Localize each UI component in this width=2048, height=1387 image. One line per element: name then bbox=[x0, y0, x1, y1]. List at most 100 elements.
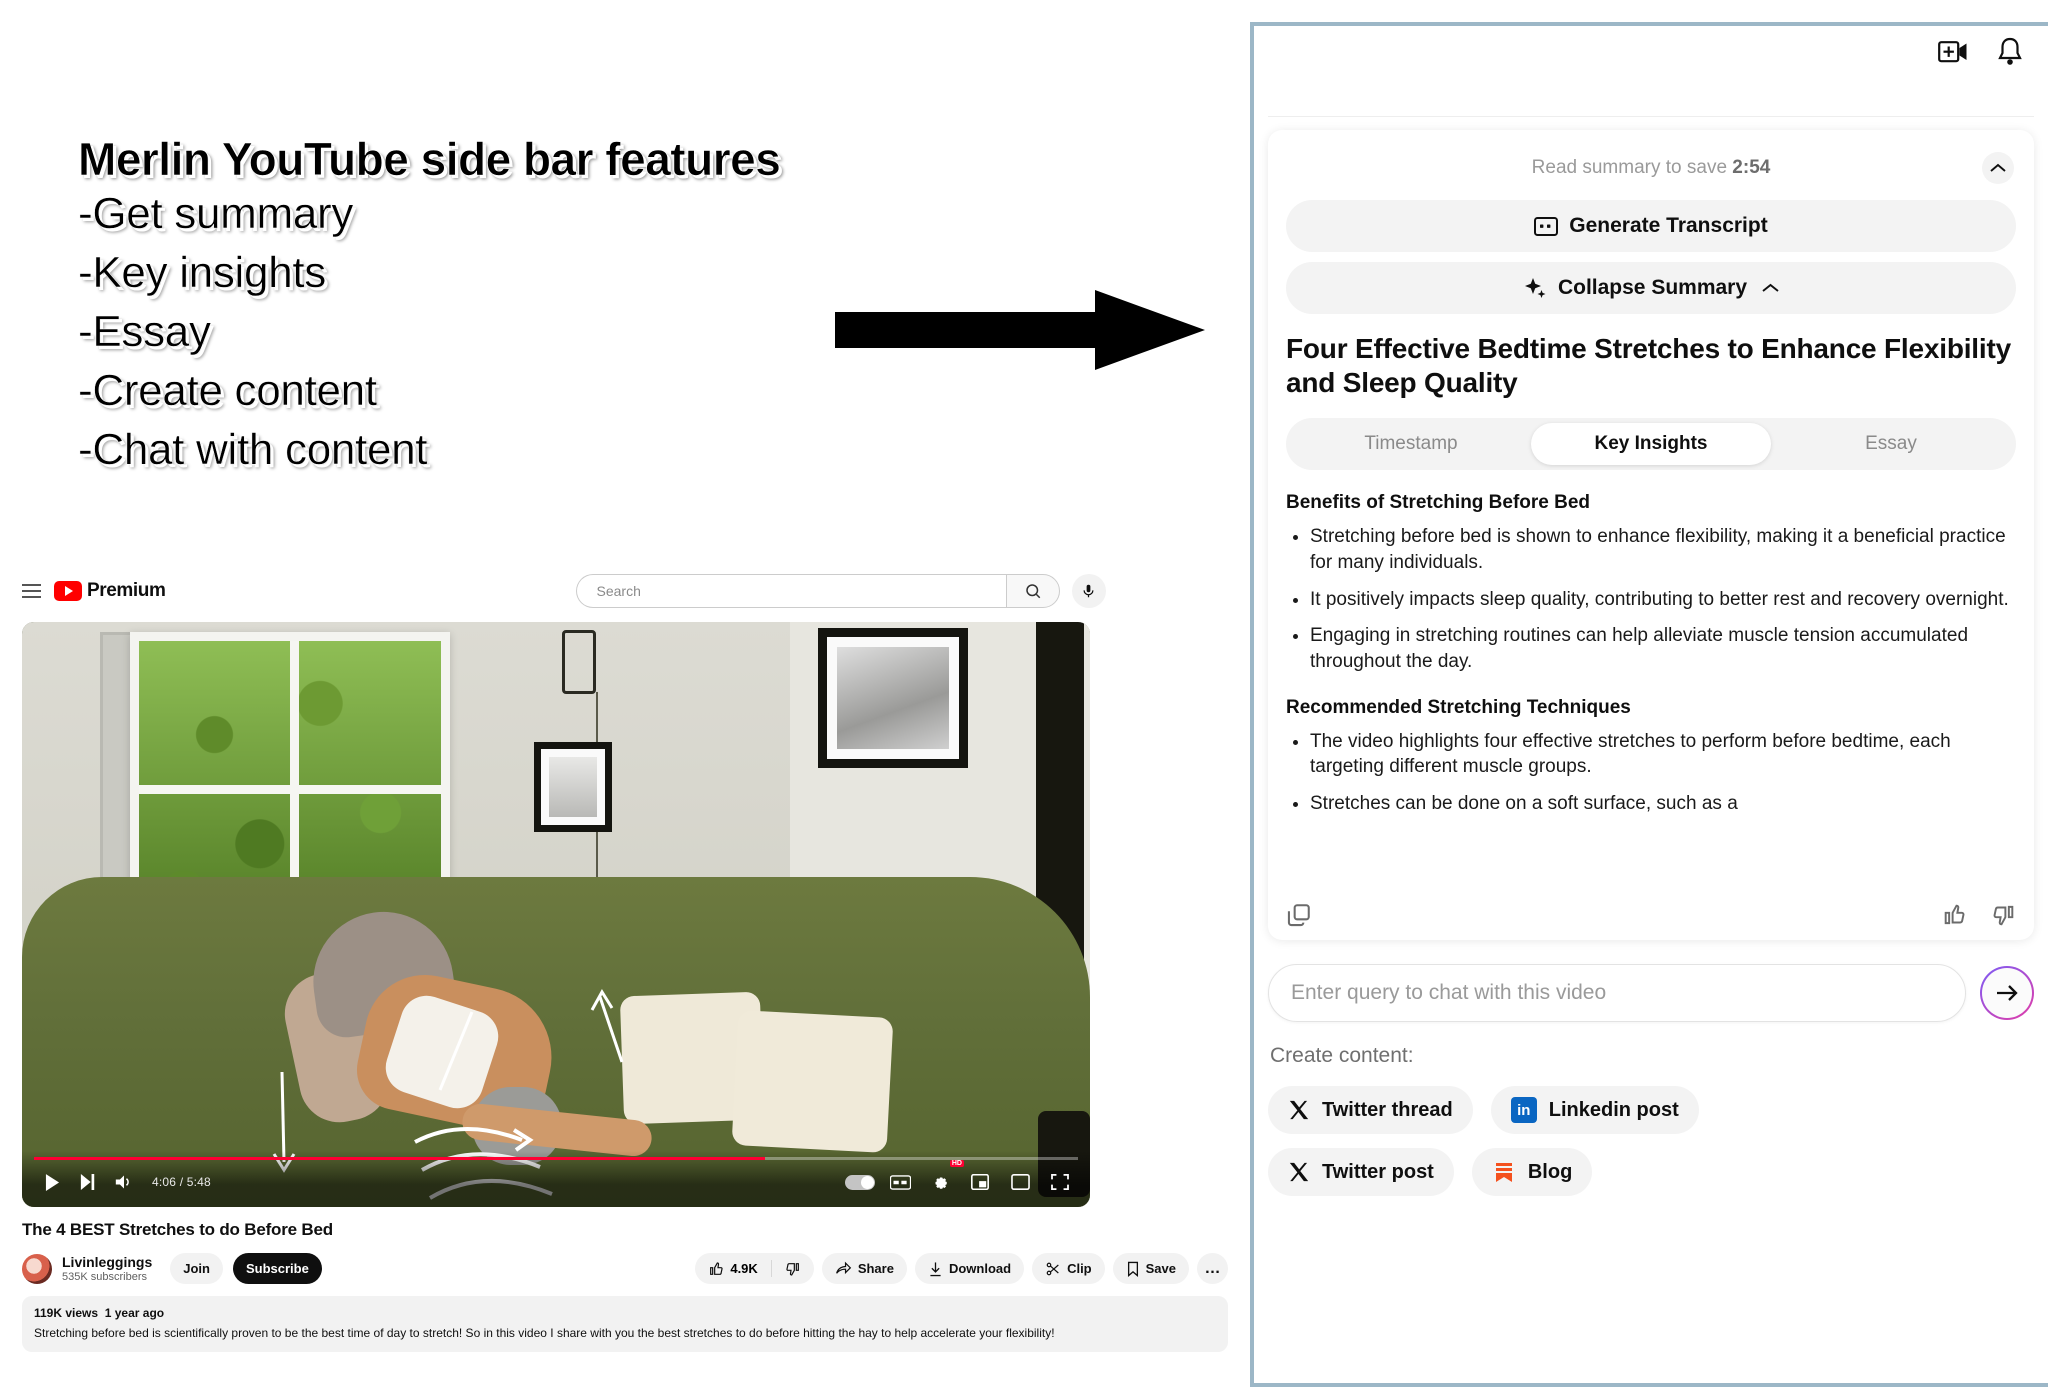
video-meta-row: Livinleggings 535K subscribers Join Subs… bbox=[22, 1253, 1228, 1284]
settings-button[interactable]: HD bbox=[922, 1160, 964, 1199]
autoplay-toggle[interactable] bbox=[842, 1165, 878, 1199]
copy-icon[interactable] bbox=[1286, 902, 1312, 928]
view-count: 119K views bbox=[34, 1306, 99, 1320]
chat-placeholder: Enter query to chat with this video bbox=[1291, 981, 1607, 1004]
twitter-post-button[interactable]: Twitter post bbox=[1268, 1148, 1454, 1196]
chat-input[interactable]: Enter query to chat with this video bbox=[1268, 964, 1966, 1022]
chat-send-button[interactable] bbox=[1980, 966, 2034, 1020]
clip-button[interactable]: Clip bbox=[1032, 1253, 1105, 1284]
quality-badge: HD bbox=[949, 1160, 964, 1167]
subscriber-count: 535K subscribers bbox=[62, 1270, 147, 1283]
miniplayer-button[interactable] bbox=[962, 1165, 998, 1199]
read-summary-time: 2:54 bbox=[1732, 157, 1771, 178]
section-heading-benefits: Benefits of Stretching Before Bed bbox=[1286, 492, 1591, 514]
tab-key-insights[interactable]: Key Insights bbox=[1531, 423, 1771, 466]
subscribe-button[interactable]: Subscribe bbox=[232, 1253, 322, 1284]
divider bbox=[1268, 116, 2034, 117]
collapse-panel-button[interactable] bbox=[1982, 152, 2014, 184]
notification-bell-icon[interactable] bbox=[1996, 37, 2024, 67]
save-button[interactable]: Save bbox=[1112, 1253, 1189, 1284]
generate-transcript-label: Generate Transcript bbox=[1569, 214, 1768, 237]
search-area: Search bbox=[575, 574, 1106, 608]
search-button[interactable] bbox=[1005, 574, 1060, 608]
twitter-thread-label: Twitter thread bbox=[1322, 1098, 1453, 1121]
progress-bar[interactable] bbox=[34, 1157, 1078, 1160]
bullet-list-techniques: The video highlights four effective stre… bbox=[1286, 729, 2016, 817]
tab-essay[interactable]: Essay bbox=[1771, 423, 2011, 465]
linkedin-post-button[interactable]: in Linkedin post bbox=[1490, 1086, 1699, 1134]
thumbs-up-icon[interactable] bbox=[1942, 902, 1968, 928]
annotation-line-3: -Essay bbox=[78, 306, 211, 356]
twitter-thread-button[interactable]: Twitter thread bbox=[1268, 1086, 1473, 1134]
share-button[interactable]: Share bbox=[821, 1253, 907, 1284]
tab-timestamp[interactable]: Timestamp bbox=[1291, 423, 1531, 465]
scene-motion-overlay bbox=[272, 989, 624, 1200]
theater-mode-icon bbox=[1010, 1174, 1030, 1190]
generate-transcript-button[interactable]: Generate Transcript bbox=[1286, 200, 2016, 252]
linkedin-icon: in bbox=[1510, 1097, 1537, 1123]
youtube-logo-icon bbox=[54, 581, 82, 601]
annotation-line-4: -Create content bbox=[78, 365, 377, 415]
create-content-row-1: Twitter thread in Linkedin post bbox=[1268, 1086, 2034, 1134]
save-label: Save bbox=[1145, 1261, 1176, 1276]
player-controls: 4:06 / 5:48 HD bbox=[22, 1151, 1090, 1207]
create-content-buttons: Twitter thread in Linkedin post Twitter … bbox=[1268, 1086, 2034, 1210]
hamburger-menu-icon[interactable] bbox=[14, 584, 48, 598]
summary-tabs: Timestamp Key Insights Essay bbox=[1286, 418, 2016, 471]
thumbs-up-icon bbox=[710, 1261, 723, 1275]
add-to-video-icon[interactable] bbox=[1938, 39, 1968, 65]
video-description-box[interactable]: 119K views 1 year ago Stretching before … bbox=[22, 1296, 1228, 1352]
video-actions: 4.9K Share Download Clip Save … bbox=[695, 1253, 1228, 1284]
video-player[interactable]: 4:06 / 5:48 HD bbox=[22, 622, 1090, 1207]
screenshot-root: Premium Search 4:06 / 5:48 HD The 4 BEST… bbox=[0, 0, 2048, 1387]
join-button[interactable]: Join bbox=[170, 1253, 223, 1284]
chevron-up-icon bbox=[1762, 283, 1779, 292]
chevron-up-icon bbox=[1990, 163, 2006, 172]
blog-button[interactable]: Blog bbox=[1471, 1148, 1593, 1196]
volume-button[interactable] bbox=[106, 1165, 142, 1199]
captions-button[interactable] bbox=[882, 1165, 918, 1199]
share-icon bbox=[835, 1261, 851, 1275]
list-item: It positively impacts sleep quality, con… bbox=[1310, 587, 2016, 613]
annotation-line-1: -Get summary bbox=[78, 189, 354, 238]
youtube-logo[interactable]: Premium bbox=[54, 580, 166, 602]
summary-card: Read summary to save 2:54 Generate Trans… bbox=[1268, 130, 2034, 940]
annotation-line-5: -Chat with content bbox=[78, 424, 428, 474]
collapse-summary-button[interactable]: Collapse Summary bbox=[1286, 262, 2016, 314]
gear-icon bbox=[935, 1177, 947, 1189]
more-actions-button[interactable]: … bbox=[1197, 1253, 1228, 1284]
fullscreen-button[interactable] bbox=[1042, 1165, 1078, 1199]
theater-button[interactable] bbox=[1002, 1165, 1038, 1199]
next-track-icon bbox=[80, 1174, 95, 1190]
dislike-button[interactable] bbox=[772, 1261, 814, 1277]
download-label: Download bbox=[948, 1261, 1012, 1276]
video-stats: 119K views 1 year ago bbox=[34, 1306, 1216, 1320]
linkedin-post-label: Linkedin post bbox=[1548, 1098, 1679, 1121]
x-twitter-icon bbox=[1289, 1162, 1309, 1182]
section-heading-techniques: Recommended Stretching Techniques bbox=[1286, 696, 1631, 718]
play-button[interactable] bbox=[34, 1165, 70, 1199]
read-summary-label: Read summary to save 2:54 bbox=[1532, 157, 1771, 179]
create-content-label: Create content: bbox=[1270, 1044, 1414, 1067]
list-item: Engaging in stretching routines can help… bbox=[1310, 623, 2016, 674]
annotation-title: Merlin YouTube side bar features bbox=[78, 133, 781, 185]
annotation-overlay: Merlin YouTube side bar features -Get su… bbox=[78, 136, 958, 486]
blog-bookmark-icon bbox=[1495, 1163, 1512, 1182]
like-button[interactable]: 4.9K bbox=[695, 1261, 770, 1277]
download-button[interactable]: Download bbox=[914, 1253, 1025, 1284]
share-label: Share bbox=[857, 1261, 894, 1276]
twitter-post-label: Twitter post bbox=[1322, 1160, 1434, 1183]
voice-search-button[interactable] bbox=[1071, 574, 1106, 608]
next-button[interactable] bbox=[70, 1165, 106, 1199]
search-input[interactable]: Search bbox=[575, 574, 1006, 608]
avatar[interactable] bbox=[22, 1253, 52, 1284]
blog-label: Blog bbox=[1527, 1160, 1573, 1183]
transcript-icon bbox=[1534, 216, 1559, 236]
channel-name[interactable]: Livinleggings bbox=[62, 1254, 152, 1270]
list-item: Stretches can be done on a soft surface,… bbox=[1310, 791, 2016, 817]
search-placeholder: Search bbox=[596, 583, 641, 599]
youtube-brand-label: Premium bbox=[87, 580, 166, 601]
microphone-icon bbox=[1083, 584, 1094, 598]
clip-label: Clip bbox=[1067, 1261, 1092, 1276]
thumbs-down-icon[interactable] bbox=[1990, 902, 2016, 928]
